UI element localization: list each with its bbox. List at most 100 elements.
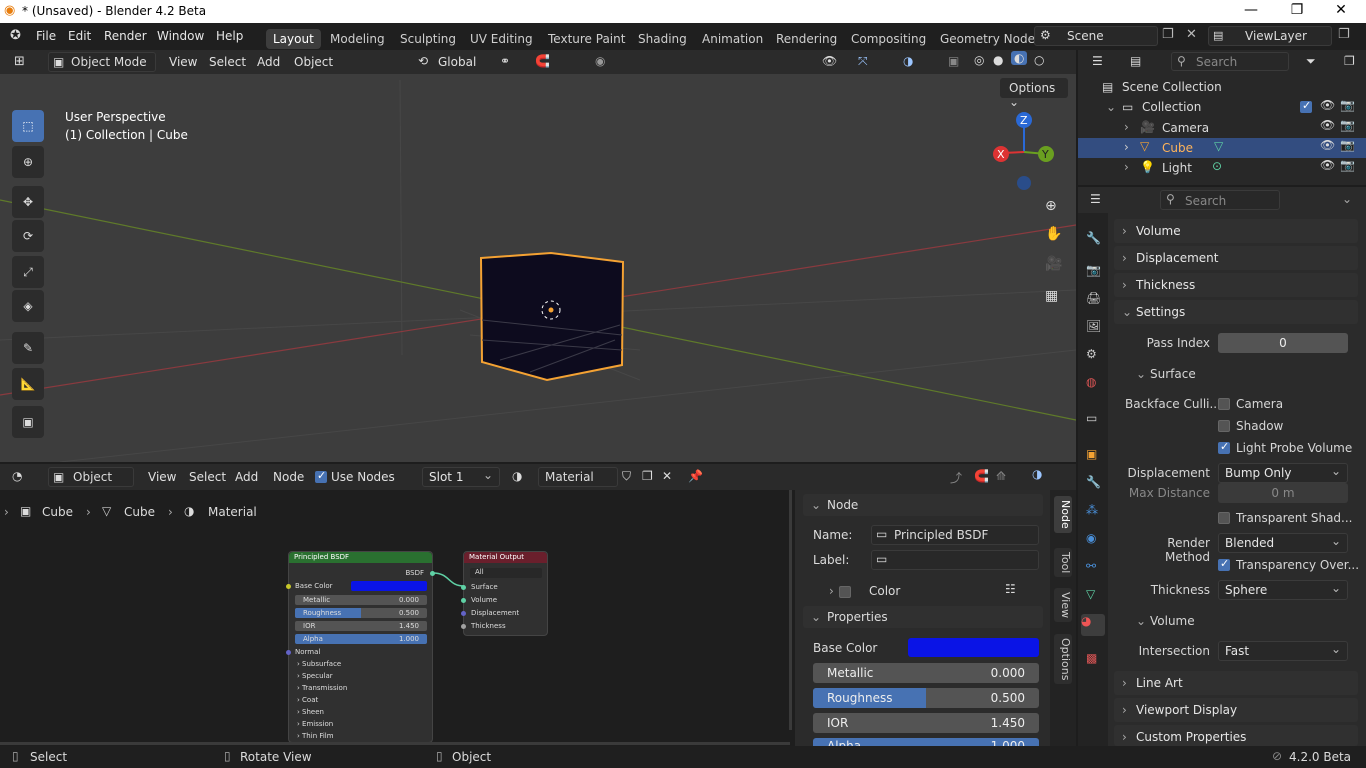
alpha-field[interactable]: Alpha 1.000 <box>813 738 1039 746</box>
panel-displacement[interactable]: › Displacement <box>1114 246 1358 270</box>
vp-menu-add[interactable]: Add <box>257 55 280 69</box>
roughness-slider[interactable]: Roughness 0.500 <box>295 608 427 618</box>
snap-node-icon[interactable]: 🧲 <box>974 469 989 483</box>
measure-tool[interactable]: 📐 <box>12 368 44 400</box>
cube-object[interactable] <box>479 251 625 382</box>
backface-camera-checkbox[interactable] <box>1218 398 1230 410</box>
output-tab-icon[interactable]: 🖨 <box>1086 291 1101 305</box>
thickness-dropdown[interactable]: Sphere <box>1218 579 1348 600</box>
visibility-eye-icon[interactable]: 👁 <box>1320 118 1335 132</box>
light-probe-checkbox[interactable] <box>1218 440 1230 454</box>
ortho-grid-icon[interactable]: ▦ <box>1045 288 1058 304</box>
properties-search[interactable]: ⚲ Search <box>1160 190 1280 210</box>
custom-color-checkbox[interactable] <box>839 586 851 598</box>
panel-thickness[interactable]: › Thickness <box>1114 273 1358 297</box>
tab-rendering[interactable]: Rendering <box>776 32 837 46</box>
roughness-field[interactable]: Roughness 0.500 <box>813 688 1039 708</box>
tab-geometry-nodes[interactable]: Geometry Node <box>940 32 1035 46</box>
properties-editor-icon[interactable]: ☰ <box>1090 192 1101 206</box>
volume-expand-icon[interactable]: ⌄ <box>1136 614 1146 628</box>
render-tab-icon[interactable]: 📷 <box>1086 263 1101 277</box>
vp-menu-view[interactable]: View <box>169 55 197 69</box>
volume-subpanel[interactable]: Volume <box>1150 614 1195 628</box>
zoom-icon[interactable]: ⊕ <box>1045 198 1057 214</box>
vertical-scrollbar[interactable] <box>789 490 792 730</box>
outliner-row-cube[interactable]: › ▽ Cube ▽ 👁 📷 <box>1078 138 1366 158</box>
new-view-layer-icon[interactable]: ❐ <box>1338 27 1350 42</box>
color-presets-icon[interactable]: ☷ <box>1005 582 1016 596</box>
physics-tab-icon[interactable]: ◉ <box>1086 531 1100 545</box>
metallic-field[interactable]: Metallic 0.000 <box>813 663 1039 683</box>
scene-collection-label[interactable]: Scene Collection <box>1122 80 1222 94</box>
node-menu-add[interactable]: Add <box>235 470 258 484</box>
transparency-overlap-checkbox[interactable] <box>1218 557 1230 571</box>
rendered-shading-icon[interactable]: ○ <box>1034 53 1044 67</box>
alpha-slider[interactable]: Alpha 1.000 <box>295 634 427 644</box>
displacement-dropdown[interactable]: Bump Only <box>1218 462 1348 483</box>
visibility-icon[interactable]: 👁 <box>822 54 837 68</box>
sidebar-tab-view[interactable]: View <box>1054 588 1072 623</box>
maximize-icon[interactable]: ❐ <box>1274 2 1320 18</box>
material-output-node[interactable]: Material Output All Surface Volume Displ… <box>461 551 548 636</box>
proportional-edit-icon[interactable]: ◉ <box>595 54 605 68</box>
panel-volume[interactable]: › Volume <box>1114 219 1358 243</box>
pin-icon[interactable]: 📌 <box>688 469 703 483</box>
material-browse-icon[interactable]: ◑ <box>512 469 522 483</box>
horizontal-scrollbar[interactable] <box>0 742 790 745</box>
menu-help[interactable]: Help <box>216 29 243 43</box>
slot-dropdown[interactable]: Slot 1 <box>422 466 500 487</box>
move-tool[interactable]: ✥ <box>12 186 44 218</box>
tab-layout[interactable]: Layout <box>266 29 321 49</box>
overlay-toggle-icon[interactable]: ◑ <box>903 54 913 68</box>
material-shading-icon[interactable]: ◐ <box>1011 51 1028 65</box>
pivot-icon[interactable]: ⚭ <box>500 54 510 68</box>
vp-menu-object[interactable]: Object <box>294 55 333 69</box>
blender-menu-icon[interactable]: ✪ <box>10 28 21 43</box>
tab-uv-editing[interactable]: UV Editing <box>470 32 533 46</box>
annotate-tool[interactable]: ✎ <box>12 332 44 364</box>
constraints-tab-icon[interactable]: ⚯ <box>1086 559 1100 573</box>
backface-shadow-checkbox[interactable] <box>1218 420 1230 432</box>
expand-icon[interactable]: › <box>1124 120 1129 134</box>
material-tab-icon[interactable]: ◕ <box>1081 614 1105 636</box>
base-color-swatch[interactable] <box>351 581 427 591</box>
panel-line-art[interactable]: › Line Art <box>1114 671 1358 695</box>
sidebar-tab-node[interactable]: Node <box>1054 496 1072 533</box>
menu-render[interactable]: Render <box>104 29 147 43</box>
subsurface-panel[interactable]: › Subsurface <box>297 660 341 668</box>
outliner-search[interactable]: ⚲ Search <box>1171 52 1289 71</box>
filter-icon[interactable]: ⏷ <box>1306 54 1316 69</box>
scale-tool[interactable]: ⤢ <box>12 256 44 288</box>
object-tab-icon[interactable]: ▣ <box>1086 447 1100 461</box>
editor-type-icon[interactable]: ⊞ <box>14 54 25 69</box>
properties-panel-header[interactable]: ⌄ Properties <box>803 606 1043 628</box>
coat-panel[interactable]: › Coat <box>297 696 318 704</box>
metallic-slider[interactable]: Metallic 0.000 <box>295 595 427 605</box>
new-collection-icon[interactable]: ❐ <box>1344 54 1355 68</box>
collection-visibility-icon[interactable]: 👁 <box>1320 98 1335 112</box>
transform-tool[interactable]: ◈ <box>12 290 44 322</box>
transform-orientation[interactable]: Global <box>438 55 476 69</box>
scene-tab-icon[interactable]: ⚙ <box>1086 347 1100 361</box>
node-menu-view[interactable]: View <box>148 470 176 484</box>
tab-animation[interactable]: Animation <box>702 32 763 46</box>
xray-icon[interactable]: ▣ <box>948 54 959 68</box>
tool-tab-icon[interactable]: 🔧 <box>1086 231 1101 245</box>
node-editor-type-icon[interactable]: ◔ <box>12 469 22 483</box>
gizmo-toggle-icon[interactable]: ⤧ <box>858 54 868 69</box>
node-overlay-icon[interactable]: ◑ <box>1032 467 1042 481</box>
fake-user-shield-icon[interactable]: ⛉ <box>622 469 631 484</box>
collection-tab-icon[interactable]: ▭ <box>1086 411 1100 425</box>
parent-node-tree-icon[interactable]: ⤴ <box>950 469 962 486</box>
menu-window[interactable]: Window <box>157 29 204 43</box>
node-panel-header[interactable]: ⌄ Node <box>803 494 1043 516</box>
collection-expand-icon[interactable]: ⌄ <box>1106 100 1116 114</box>
output-target-dropdown[interactable]: All <box>470 568 542 578</box>
render-camera-icon[interactable]: 📷 <box>1340 158 1355 172</box>
collection-exclude-checkbox[interactable] <box>1300 99 1312 113</box>
color-expand-icon[interactable]: › <box>829 584 834 598</box>
properties-options-icon[interactable]: ⌄ <box>1342 192 1352 206</box>
ior-slider[interactable]: IOR 1.450 <box>295 621 427 631</box>
rotate-tool[interactable]: ⟳ <box>12 220 44 252</box>
menu-file[interactable]: File <box>36 29 56 43</box>
